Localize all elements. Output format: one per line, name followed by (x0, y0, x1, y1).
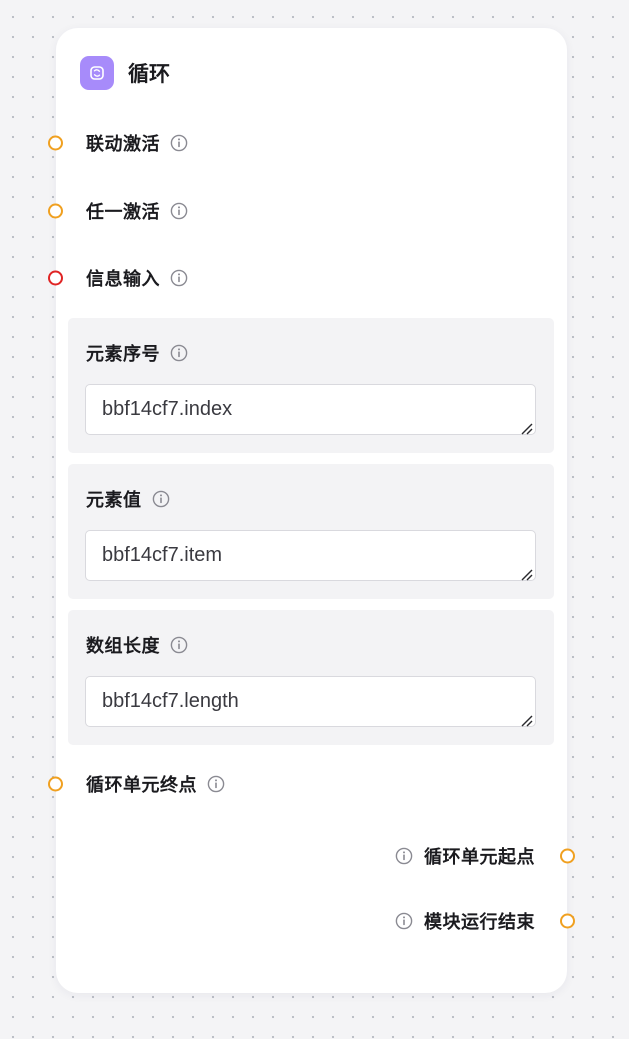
port-label: 联动激活 (86, 134, 160, 155)
loop-icon (80, 56, 114, 90)
resize-handle-icon[interactable] (519, 710, 533, 727)
info-icon[interactable] (207, 775, 225, 793)
port-info-input: 信息输入 (48, 263, 188, 293)
field-header: 元素值 (86, 486, 170, 512)
field-header: 数组长度 (86, 632, 188, 658)
array-length-input[interactable]: bbf14cf7.length (85, 676, 536, 727)
input-value: bbf14cf7.item (102, 544, 223, 566)
info-icon[interactable] (170, 202, 188, 220)
input-port-handle-required[interactable] (48, 270, 63, 286)
info-icon[interactable] (170, 269, 188, 287)
port-loop-unit-start: 循环单元起点 (395, 841, 575, 871)
info-icon[interactable] (395, 847, 413, 865)
element-index-input[interactable]: bbf14cf7.index (85, 384, 536, 435)
input-port-handle[interactable] (48, 135, 63, 151)
field-header: 元素序号 (86, 340, 188, 366)
field-element-value: 元素值 bbf14cf7.item (68, 464, 554, 599)
port-label: 信息输入 (86, 269, 160, 290)
field-label: 元素值 (86, 490, 142, 511)
port-label: 模块运行结束 (424, 912, 535, 933)
loop-node-card[interactable]: 循环 联动激活 任一激活 信息输入 元素序号 bbf14cf7.index 元素… (48, 28, 575, 993)
port-module-run-end: 模块运行结束 (395, 906, 575, 936)
port-label: 循环单元终点 (86, 775, 197, 796)
port-any-activate: 任一激活 (48, 196, 188, 226)
node-title: 循环 (128, 62, 170, 86)
info-icon[interactable] (170, 636, 188, 654)
port-linked-activate: 联动激活 (48, 128, 188, 158)
field-label: 数组长度 (86, 636, 160, 657)
input-value: bbf14cf7.length (102, 690, 239, 712)
port-label: 任一激活 (86, 202, 160, 223)
element-value-input[interactable]: bbf14cf7.item (85, 530, 536, 581)
input-port-handle[interactable] (48, 776, 63, 792)
resize-handle-icon[interactable] (519, 418, 533, 435)
resize-handle-icon[interactable] (519, 564, 533, 581)
field-array-length: 数组长度 bbf14cf7.length (68, 610, 554, 745)
info-icon[interactable] (170, 344, 188, 362)
node-header: 循环 (80, 56, 170, 90)
input-port-handle[interactable] (48, 203, 63, 219)
output-port-handle[interactable] (560, 848, 575, 864)
input-value: bbf14cf7.index (102, 398, 233, 420)
info-icon[interactable] (395, 912, 413, 930)
info-icon[interactable] (152, 490, 170, 508)
port-label: 循环单元起点 (424, 847, 535, 868)
field-label: 元素序号 (86, 344, 160, 365)
info-icon[interactable] (170, 134, 188, 152)
port-loop-unit-end: 循环单元终点 (48, 769, 225, 799)
output-port-handle[interactable] (560, 913, 575, 929)
field-element-index: 元素序号 bbf14cf7.index (68, 318, 554, 453)
